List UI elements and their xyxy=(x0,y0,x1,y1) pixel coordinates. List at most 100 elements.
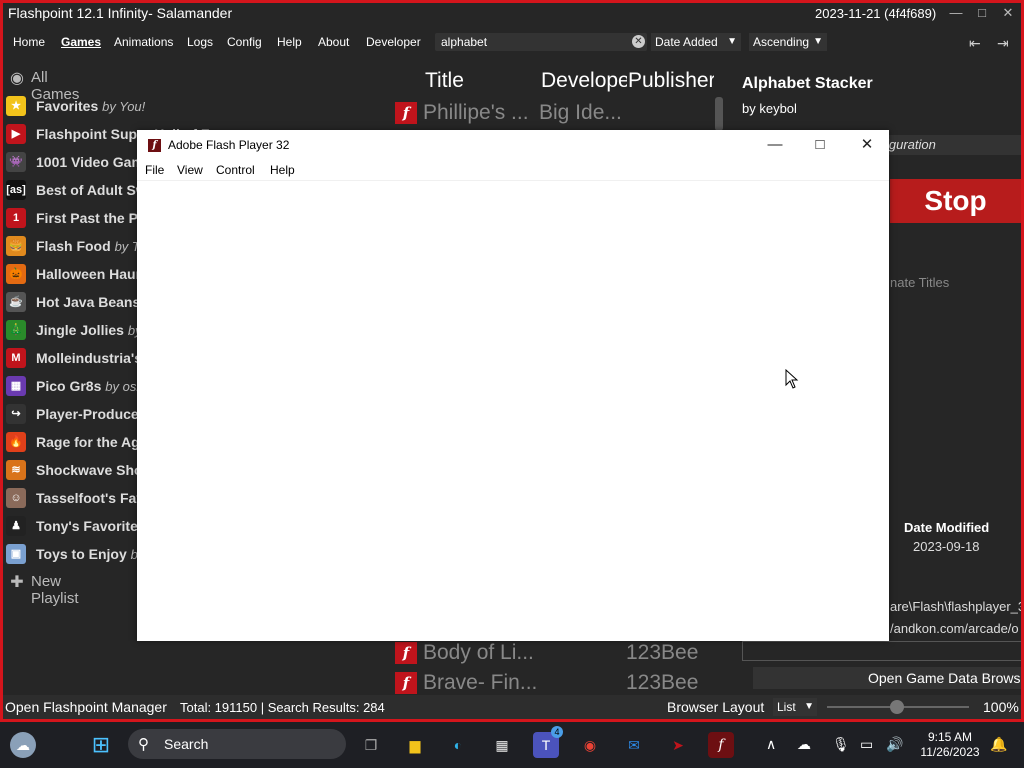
file-explorer-icon[interactable]: ▆ xyxy=(402,732,428,758)
menu-home[interactable]: Home xyxy=(13,35,45,49)
weather-icon[interactable]: ☁ xyxy=(10,732,36,758)
clear-search-icon[interactable]: ✕ xyxy=(632,35,645,48)
plus-icon: ✚ xyxy=(10,574,24,591)
sort-field-value: Date Added xyxy=(655,35,718,49)
open-manager-button[interactable]: Open Flashpoint Manager xyxy=(5,699,167,715)
date-modified-value: 2023-09-18 xyxy=(913,539,980,554)
show-hidden-icons[interactable]: ∧ xyxy=(766,736,776,753)
microsoft-store-icon[interactable]: ▦ xyxy=(489,732,515,758)
taskbar-search-label: Search xyxy=(164,736,209,752)
game-row[interactable]: f Phillipe's ... Big Ide... xyxy=(393,99,713,129)
alternate-titles-label: nate Titles xyxy=(890,275,950,290)
molleindustria-icon: M xyxy=(6,348,26,368)
volume-icon[interactable]: 🔊 xyxy=(886,736,903,753)
flame-icon: 🔥 xyxy=(6,432,26,452)
menu-logs[interactable]: Logs xyxy=(187,35,213,49)
playlist-label: Player-Produced xyxy=(36,406,147,422)
flash-menu-help[interactable]: Help xyxy=(270,163,295,177)
mouse-pointer-icon xyxy=(785,369,799,389)
flash-icon: f xyxy=(395,102,417,124)
playlist-label: Tony's Favorites xyxy=(36,518,146,534)
task-view-icon[interactable]: ❐ xyxy=(358,732,384,758)
burger-icon: 🍔 xyxy=(6,236,26,256)
notification-bell-icon[interactable]: 🔔 xyxy=(990,736,1007,753)
onedrive-icon[interactable]: ☁ xyxy=(797,736,811,753)
silhouette-icon: ♟ xyxy=(6,516,26,536)
flash-menu-control[interactable]: Control xyxy=(216,163,255,177)
playlist-name: Jingle Jollies xyxy=(36,322,124,338)
chevron-down-icon: ▼ xyxy=(727,36,737,47)
flash-menu-file[interactable]: File xyxy=(145,163,164,177)
search-value: alphabet xyxy=(441,35,488,49)
chrome-icon[interactable]: ◉ xyxy=(577,732,603,758)
menu-animations[interactable]: Animations xyxy=(114,35,173,49)
menu-help[interactable]: Help xyxy=(277,35,302,49)
sort-order-select[interactable]: Ascending ▼ xyxy=(749,33,827,51)
system-clock[interactable]: 9:15 AM 11/26/2023 xyxy=(918,730,982,760)
zoom-slider-handle[interactable] xyxy=(890,700,904,714)
collapse-left-icon[interactable]: ⇤ xyxy=(969,35,981,52)
screenshot-placeholder xyxy=(742,641,1021,661)
row-developer: Big Ide... xyxy=(539,101,622,124)
flash-close-button[interactable]: ✕ xyxy=(852,135,882,155)
flash-minimize-button[interactable]: — xyxy=(760,135,790,155)
menu-config[interactable]: Config xyxy=(227,35,262,49)
build-version: 2023-11-21 (4f4f689) xyxy=(815,6,937,21)
taskbar-search[interactable]: ⚲ Search xyxy=(128,729,346,759)
share-arrow-icon: ↪ xyxy=(6,404,26,424)
column-publisher[interactable]: Publisher xyxy=(628,69,714,93)
flash-menu-view[interactable]: View xyxy=(177,163,203,177)
playlist-author: by You! xyxy=(102,99,146,114)
mail-icon[interactable]: ✉ xyxy=(621,732,647,758)
menu-about[interactable]: About xyxy=(318,35,349,49)
playlist-name: Player-Produced xyxy=(36,406,148,422)
number-one-icon: 1 xyxy=(6,208,26,228)
search-input[interactable]: alphabet ✕ xyxy=(435,33,647,51)
stop-button[interactable]: Stop xyxy=(890,179,1021,223)
clock-time: 9:15 AM xyxy=(927,730,973,744)
row-publisher: 123Bee xyxy=(626,671,699,694)
open-game-data-browser-button[interactable]: Open Game Data Brows xyxy=(753,667,1021,689)
start-windows-icon[interactable]: ⊞ xyxy=(88,732,114,758)
column-developer[interactable]: Developer xyxy=(541,69,627,93)
flash-player-icon: f xyxy=(148,139,161,152)
game-author: by keybol xyxy=(742,101,797,116)
network-icon[interactable]: ▭ xyxy=(860,736,873,753)
playlist-label: Jingle Jollies by xyxy=(36,322,142,338)
toy-blocks-icon: ▣ xyxy=(6,544,26,564)
sort-order-value: Ascending xyxy=(753,35,810,49)
flash-menu-bar: File View Control Help xyxy=(137,160,889,181)
new-playlist-label: New Playlist xyxy=(31,573,79,607)
playlist-label: Favorites by You! xyxy=(36,98,145,114)
collapse-right-icon[interactable]: ⇥ xyxy=(997,35,1009,52)
playlist-name: Toys to Enjoy xyxy=(36,546,127,562)
flash-icon: f xyxy=(395,642,417,664)
sort-field-select[interactable]: Date Added ▼ xyxy=(651,33,741,51)
scrollbar-thumb[interactable] xyxy=(715,97,723,131)
flash-icon: f xyxy=(395,672,417,694)
menu-games[interactable]: Games xyxy=(61,35,101,49)
pumpkin-icon: 🎃 xyxy=(6,264,26,284)
flash-player-taskbar-icon[interactable]: f xyxy=(708,732,734,758)
flash-window-title: Adobe Flash Player 32 xyxy=(168,138,290,152)
menu-developer[interactable]: Developer xyxy=(366,35,421,49)
flash-maximize-button[interactable]: □ xyxy=(805,135,835,155)
star-icon: ★ xyxy=(6,96,26,116)
browser-layout-select[interactable]: List ▼ xyxy=(773,698,817,716)
flash-title-bar: f Adobe Flash Player 32 — □ ✕ xyxy=(137,130,889,160)
chevron-down-icon: ▼ xyxy=(813,36,823,47)
row-title: Body of Li... xyxy=(423,641,534,664)
browser-layout-label: Browser Layout xyxy=(667,699,765,715)
microphone-icon[interactable]: 🎙 xyxy=(832,736,850,753)
playlist-name: Favorites xyxy=(36,98,99,114)
flashpoint-taskbar-icon[interactable]: ➤ xyxy=(665,732,691,758)
date-modified-label: Date Modified xyxy=(904,520,990,535)
avatar-icon: ☺ xyxy=(6,488,26,508)
playlist-item[interactable]: ★ Favorites by You! xyxy=(3,93,383,119)
playlist-name: Molleindustria's xyxy=(36,350,143,366)
pixel-icon: ▦ xyxy=(6,376,26,396)
edge-browser-icon[interactable]: ◐ xyxy=(445,732,471,758)
close-button[interactable]: ✕ xyxy=(993,3,1021,23)
game-row[interactable]: f Body of Li... 123Bee xyxy=(393,639,713,669)
column-title[interactable]: Title xyxy=(425,69,464,93)
